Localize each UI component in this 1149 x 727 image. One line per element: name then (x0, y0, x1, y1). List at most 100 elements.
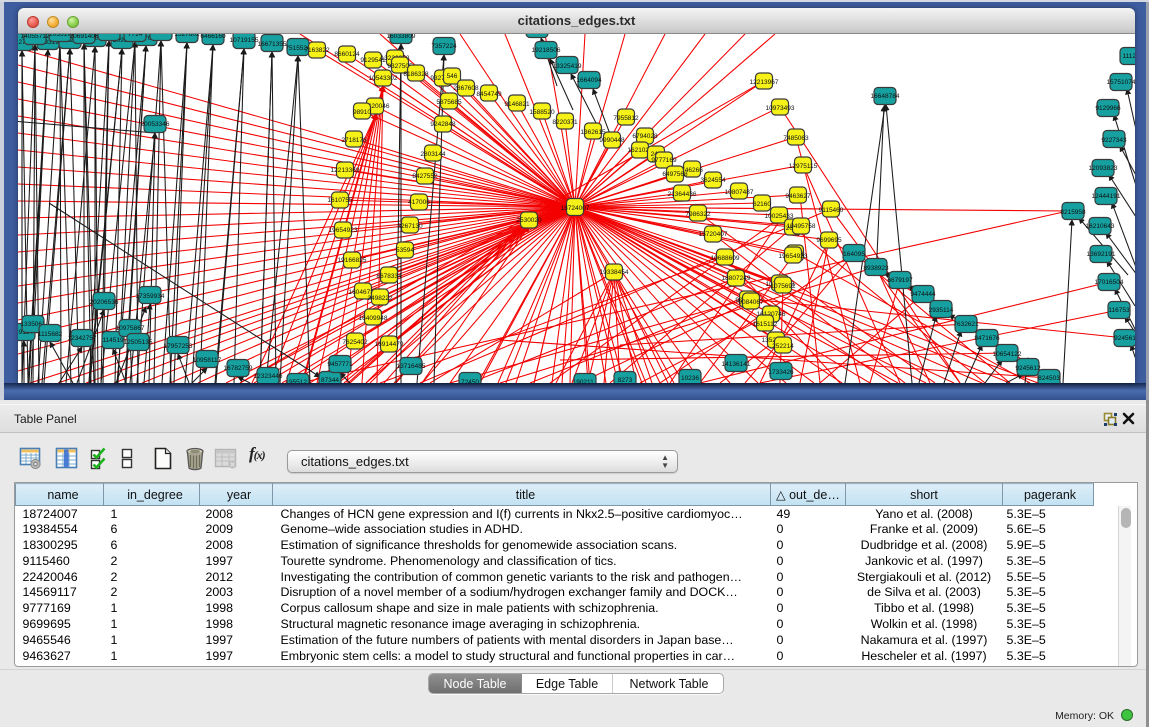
svg-text:2867608: 2867608 (453, 85, 479, 92)
svg-text:53594: 53594 (396, 247, 414, 254)
svg-text:116753: 116753 (1108, 307, 1130, 314)
svg-text:19166825: 19166825 (338, 257, 367, 264)
svg-text:9990448: 9990448 (599, 137, 625, 144)
svg-text:19654923: 19654923 (779, 253, 808, 260)
svg-text:1615112: 1615112 (753, 321, 778, 328)
svg-text:8215958: 8215958 (1060, 209, 1086, 216)
svg-text:12444191: 12444191 (1092, 193, 1121, 200)
svg-text:62160: 62160 (753, 201, 771, 208)
svg-text:7714: 7714 (128, 34, 143, 38)
svg-text:17016504: 17016504 (1095, 279, 1124, 286)
svg-text:10975867: 10975867 (116, 325, 145, 332)
svg-text:10543302: 10543302 (369, 75, 398, 82)
svg-text:114519: 114519 (102, 337, 124, 344)
svg-text:1115682: 1115682 (38, 331, 63, 338)
svg-text:8273: 8273 (618, 377, 633, 383)
svg-text:3624554: 3624554 (700, 177, 726, 184)
svg-text:2935114: 2935114 (929, 307, 954, 314)
svg-text:203319: 203319 (49, 34, 71, 38)
svg-text:7357224: 7357224 (431, 43, 457, 50)
svg-text:72450: 72450 (461, 379, 479, 383)
svg-text:95512: 95512 (289, 379, 307, 383)
svg-text:10236: 10236 (681, 375, 699, 382)
svg-text:8660124: 8660124 (334, 51, 360, 58)
svg-text:1610755: 1610755 (327, 197, 353, 204)
svg-text:13692191: 13692191 (1087, 251, 1116, 258)
svg-text:6497568: 6497568 (662, 171, 688, 178)
svg-text:9699695: 9699695 (816, 237, 842, 244)
svg-text:10653267: 10653267 (147, 34, 176, 36)
svg-text:10688609: 10688609 (711, 255, 740, 262)
svg-text:12213967: 12213967 (750, 79, 779, 86)
svg-text:16782759: 16782759 (224, 365, 253, 372)
svg-text:8678334: 8678334 (376, 273, 402, 280)
svg-text:2718176: 2718176 (341, 137, 367, 144)
svg-text:16671355: 16671355 (258, 41, 287, 48)
svg-text:252214: 252214 (772, 343, 794, 350)
svg-text:87344: 87344 (321, 377, 339, 383)
svg-text:924561: 924561 (1114, 335, 1135, 342)
svg-text:13325419: 13325419 (553, 63, 582, 70)
svg-text:8427552: 8427552 (412, 173, 438, 180)
svg-text:16409948: 16409948 (359, 315, 388, 322)
svg-text:13716485: 13716485 (397, 363, 426, 370)
svg-text:19654923: 19654923 (329, 227, 358, 234)
svg-text:7163822: 7163822 (304, 47, 330, 54)
svg-text:10973493: 10973493 (766, 105, 795, 112)
svg-text:8471676: 8471676 (974, 335, 1000, 342)
svg-text:1362615: 1362615 (580, 129, 606, 136)
svg-text:16033809: 16033809 (387, 34, 416, 40)
svg-text:17359934: 17359934 (136, 293, 165, 300)
svg-text:18807249: 18807249 (722, 275, 751, 282)
svg-text:9084067: 9084067 (738, 299, 764, 306)
svg-text:9146821: 9146821 (504, 101, 530, 108)
svg-text:12342757: 12342757 (68, 335, 97, 342)
svg-text:20206536: 20206536 (90, 299, 119, 306)
svg-text:164095: 164095 (843, 251, 865, 258)
svg-text:9115460: 9115460 (819, 207, 844, 214)
svg-text:12505135: 12505135 (124, 339, 153, 346)
svg-text:5875685: 5875685 (436, 99, 462, 106)
svg-text:1664094: 1664094 (576, 77, 602, 84)
svg-text:824503: 824503 (1038, 375, 1060, 382)
svg-text:10807487: 10807487 (725, 189, 754, 196)
svg-text:12213369: 12213369 (331, 167, 360, 174)
svg-text:19338454: 19338454 (600, 269, 629, 276)
svg-text:7986322: 7986322 (685, 211, 711, 218)
svg-text:6794028: 6794028 (632, 133, 658, 140)
svg-text:8186328: 8186328 (403, 71, 429, 78)
svg-text:1065326: 1065326 (96, 34, 122, 36)
svg-text:16914479: 16914479 (375, 341, 404, 348)
svg-text:21364436: 21364436 (668, 191, 697, 198)
svg-text:1733426: 1733426 (768, 369, 794, 376)
svg-text:6679197: 6679197 (887, 277, 913, 284)
svg-text:14136141: 14136141 (722, 361, 751, 368)
svg-text:9777169: 9777169 (651, 157, 677, 164)
svg-text:15751074: 15751074 (1107, 79, 1135, 86)
svg-text:10654122: 10654122 (993, 351, 1022, 358)
svg-text:7955812: 7955812 (613, 115, 639, 122)
svg-text:20691406: 20691406 (70, 34, 99, 40)
svg-text:2530020: 2530020 (516, 217, 542, 224)
svg-text:90211: 90211 (576, 379, 594, 383)
svg-text:546: 546 (447, 73, 458, 80)
svg-text:2803144: 2803144 (420, 151, 446, 158)
svg-text:7485063: 7485063 (783, 135, 809, 142)
svg-text:1075692: 1075692 (770, 283, 796, 290)
svg-text:98910: 98910 (353, 109, 371, 116)
svg-text:9463627: 9463627 (785, 193, 811, 200)
svg-text:14055712: 14055712 (21, 34, 50, 40)
svg-text:18724007: 18724007 (561, 205, 590, 212)
svg-text:19495758: 19495758 (787, 223, 816, 230)
svg-text:10958117: 10958117 (193, 357, 222, 364)
svg-text:9242848: 9242848 (430, 121, 456, 128)
svg-text:15720407: 15720407 (699, 231, 728, 238)
svg-text:9129966: 9129966 (1095, 105, 1121, 112)
svg-text:17957253: 17957253 (164, 343, 193, 350)
svg-text:6466160: 6466160 (200, 34, 226, 40)
svg-text:3498222: 3498222 (367, 295, 393, 302)
svg-text:1588520: 1588520 (529, 109, 555, 116)
svg-text:9457771: 9457771 (327, 361, 353, 368)
svg-text:3267130: 3267130 (397, 223, 423, 230)
svg-text:19218506: 19218506 (532, 47, 561, 54)
